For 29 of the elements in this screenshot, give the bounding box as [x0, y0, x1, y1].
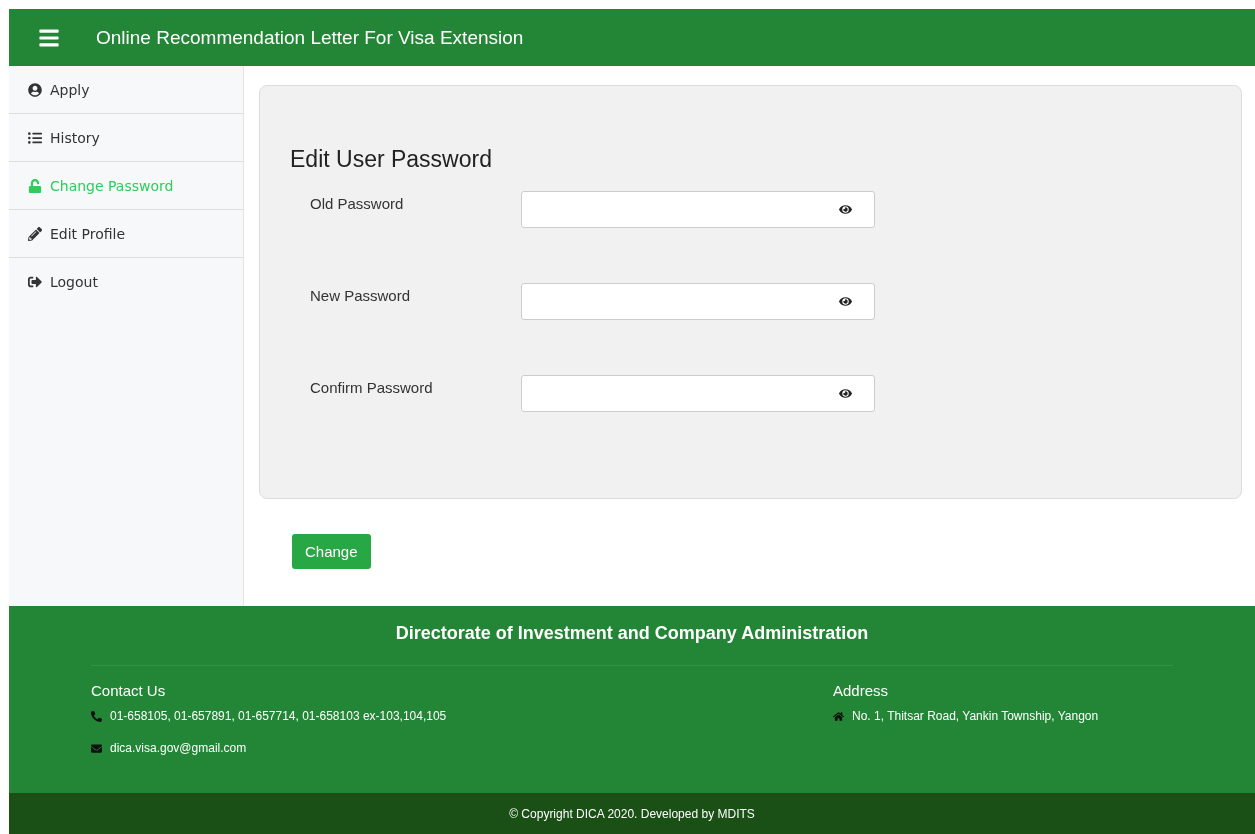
logout-icon — [28, 274, 42, 289]
copyright-text: © Copyright DICA 2020. Developed by MDITS — [509, 806, 755, 821]
eye-icon[interactable] — [839, 295, 852, 308]
form-title: Edit User Password — [290, 146, 493, 173]
field-label: Old Password — [310, 194, 405, 212]
email-address: dica.visa.gov@gmail.com — [110, 741, 247, 755]
list-icon — [28, 130, 42, 145]
pencil-icon — [28, 226, 42, 241]
sidebar-item[interactable]: Edit Profile — [9, 210, 243, 258]
unlock-icon — [28, 178, 42, 193]
field-label: New Password — [310, 286, 412, 304]
address-heading: Address — [833, 682, 890, 699]
sidebar-item[interactable]: Apply — [9, 66, 243, 114]
eye-icon[interactable] — [839, 203, 852, 216]
footer-title: Directorate of Investment and Company Administration — [395, 623, 869, 644]
sidebar-item[interactable]: History — [9, 114, 243, 162]
contact-heading: Contact Us — [91, 682, 167, 699]
password-field[interactable] — [521, 191, 875, 228]
envelope-icon — [91, 742, 102, 754]
field-label: Confirm Password — [310, 378, 434, 396]
eye-icon[interactable] — [839, 387, 852, 400]
sidebar-item[interactable]: Logout — [9, 258, 243, 305]
address-text: No. 1, Thitsar Road, Yankin Township, Yangon — [852, 709, 1099, 723]
home-icon — [833, 710, 844, 722]
phone-icon — [91, 710, 102, 722]
app-title: Online Recommendation Letter For Visa Extension — [96, 26, 524, 49]
phone-numbers: 01-658105, 01-657891, 01-657714, 01-658103 ex-103,104,105 — [110, 709, 447, 723]
password-field[interactable] — [521, 283, 875, 320]
password-field[interactable] — [521, 375, 875, 412]
